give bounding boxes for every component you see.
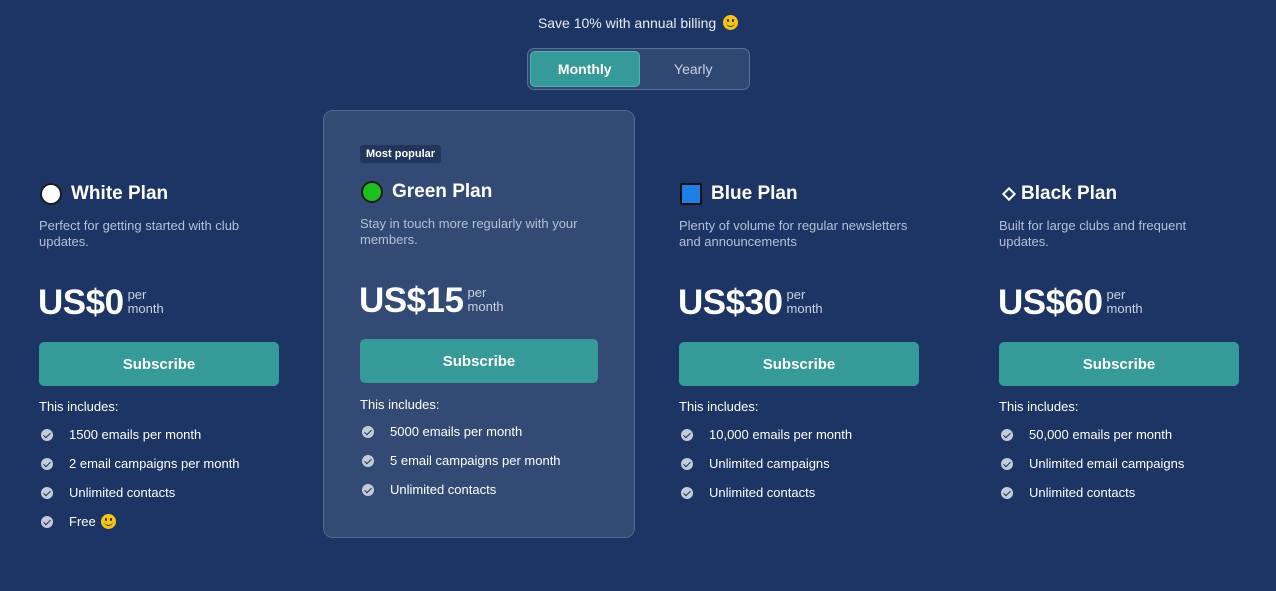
- check-circle-icon: [41, 515, 53, 528]
- list-item: Unlimited contacts: [41, 478, 240, 507]
- feature-text: Unlimited contacts: [1029, 485, 1136, 500]
- plan-card-green: Most popular Green Plan Stay in touch mo…: [323, 110, 635, 538]
- feature-text: Unlimited campaigns: [709, 456, 830, 471]
- feature-list: 5000 emails per month 5 email campaigns …: [362, 417, 561, 504]
- feature-text: 50,000 emails per month: [1029, 427, 1173, 442]
- plan-price: US$15 per month: [359, 283, 518, 319]
- check-circle-icon: [1001, 457, 1013, 470]
- feature-list: 1500 emails per month 2 email campaigns …: [41, 420, 240, 536]
- feature-text: 5 email campaigns per month: [390, 453, 561, 468]
- plan-title: Black Plan: [999, 183, 1117, 205]
- plan-title-text: Blue Plan: [711, 183, 798, 204]
- plan-price: US$30 per month: [678, 285, 837, 321]
- check-circle-icon: [41, 457, 53, 470]
- subscribe-button[interactable]: Subscribe: [360, 339, 598, 383]
- green-circle-icon: [361, 181, 383, 203]
- price-unit: per month: [1106, 287, 1143, 316]
- plan-card-white: White Plan Perfect for getting started w…: [0, 0, 312, 591]
- subscribe-button[interactable]: Subscribe: [679, 342, 919, 386]
- list-item: Unlimited campaigns: [681, 449, 852, 478]
- price-unit: per month: [786, 287, 823, 316]
- plan-title: Green Plan: [361, 181, 492, 203]
- diamond-icon: [1001, 186, 1017, 202]
- list-item: 10,000 emails per month: [681, 420, 852, 449]
- most-popular-badge: Most popular: [360, 145, 442, 163]
- feature-text: 5000 emails per month: [390, 424, 523, 439]
- feature-text: Unlimited email campaigns: [1029, 456, 1185, 471]
- smiley-icon: [100, 514, 116, 529]
- list-item: Unlimited contacts: [1001, 478, 1184, 507]
- feature-list: 50,000 emails per month Unlimited email …: [1001, 420, 1184, 507]
- price-amount: US$30: [678, 283, 783, 322]
- price-amount: US$60: [998, 283, 1103, 322]
- check-circle-icon: [1001, 486, 1013, 499]
- check-circle-icon: [681, 428, 693, 441]
- includes-label: This includes:: [39, 399, 119, 414]
- list-item: Free: [41, 507, 240, 536]
- check-circle-icon: [681, 486, 693, 499]
- plan-card-black: Black Plan Built for large clubs and fre…: [960, 0, 1272, 591]
- list-item: 5000 emails per month: [362, 417, 561, 446]
- list-item: Unlimited contacts: [681, 478, 852, 507]
- list-item: 1500 emails per month: [41, 420, 240, 449]
- price-amount: US$15: [359, 281, 464, 320]
- includes-label: This includes:: [999, 399, 1079, 414]
- subscribe-button[interactable]: Subscribe: [999, 342, 1239, 386]
- plan-title: Blue Plan: [680, 183, 798, 205]
- plan-card-blue: Blue Plan Plenty of volume for regular n…: [640, 0, 952, 591]
- plan-price: US$60 per month: [998, 285, 1157, 321]
- plan-title-text: Green Plan: [392, 181, 493, 202]
- plan-description: Plenty of volume for regular newsletters…: [679, 218, 908, 249]
- blue-square-icon: [680, 183, 702, 205]
- feature-text: Free: [69, 514, 96, 529]
- plan-description: Stay in touch more regularly with your m…: [360, 216, 578, 247]
- price-unit: per month: [467, 285, 504, 314]
- check-circle-icon: [41, 486, 53, 499]
- monthly-toggle-button[interactable]: Monthly: [530, 51, 640, 87]
- check-circle-icon: [362, 454, 374, 467]
- check-circle-icon: [41, 428, 53, 441]
- price-amount: US$0: [38, 283, 124, 322]
- check-circle-icon: [362, 483, 374, 496]
- plan-description: Perfect for getting started with club up…: [39, 218, 240, 249]
- feature-list: 10,000 emails per month Unlimited campai…: [681, 420, 852, 507]
- feature-text: 2 email campaigns per month: [69, 456, 240, 471]
- plan-title-text: Black Plan: [1021, 183, 1118, 204]
- plan-title: White Plan: [40, 183, 168, 205]
- list-item: 2 email campaigns per month: [41, 449, 240, 478]
- feature-text: 1500 emails per month: [69, 427, 202, 442]
- subscribe-button[interactable]: Subscribe: [39, 342, 279, 386]
- feature-text: Unlimited contacts: [390, 482, 497, 497]
- check-circle-icon: [362, 425, 374, 438]
- feature-text: Unlimited contacts: [69, 485, 176, 500]
- white-circle-icon: [40, 183, 62, 205]
- plan-description: Built for large clubs and frequent updat…: [999, 218, 1187, 249]
- feature-text: 10,000 emails per month: [709, 427, 853, 442]
- includes-label: This includes:: [360, 397, 440, 412]
- price-unit: per month: [127, 287, 164, 316]
- check-circle-icon: [1001, 428, 1013, 441]
- list-item: 5 email campaigns per month: [362, 446, 561, 475]
- plan-price: US$0 per month: [38, 285, 178, 321]
- feature-text: Unlimited contacts: [709, 485, 816, 500]
- list-item: Unlimited email campaigns: [1001, 449, 1184, 478]
- plan-title-text: White Plan: [71, 183, 169, 204]
- list-item: 50,000 emails per month: [1001, 420, 1184, 449]
- list-item: Unlimited contacts: [362, 475, 561, 504]
- includes-label: This includes:: [679, 399, 759, 414]
- check-circle-icon: [681, 457, 693, 470]
